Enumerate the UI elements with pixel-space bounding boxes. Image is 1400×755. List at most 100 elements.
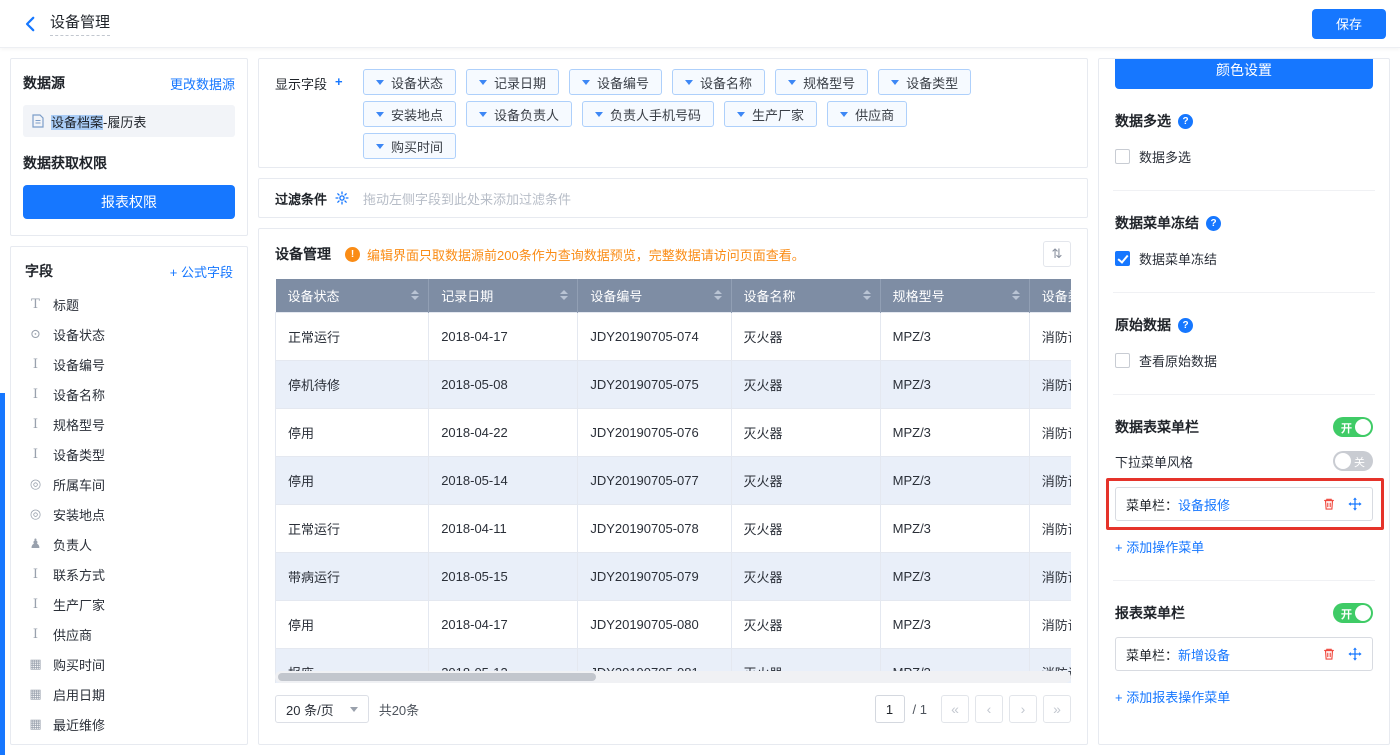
table-menu-toggle[interactable]: 开 [1333, 417, 1373, 437]
drag-move-handle[interactable] [1348, 497, 1362, 511]
cell-status: 停用 [275, 599, 430, 649]
menu-item-row[interactable]: 菜单栏： 设备报修 [1115, 487, 1373, 521]
page-size-select[interactable]: 20 条/页 [275, 695, 369, 723]
settings-sidebar: 颜色设置 数据多选 ? 数据多选 数据菜单冻结 ? 数据菜单冻结 原始数据 ? … [1098, 58, 1390, 745]
table-column-header[interactable]: 设备名称 [731, 279, 881, 312]
add-report-menu-link[interactable]: + 添加报表操作菜单 [1115, 690, 1230, 705]
report-menu-toggle[interactable]: 开 [1333, 603, 1373, 623]
display-field-chip[interactable]: 购买时间 [363, 133, 457, 159]
table-header-row: 设备状态 记录日期 设备编号 设备名称 规格型号 设备 [275, 279, 1071, 312]
help-icon[interactable]: ? [1178, 113, 1193, 129]
report-permission-button[interactable]: 报表权限 [23, 185, 235, 219]
field-list-item[interactable]: I 设备名称 [21, 379, 237, 409]
table-row[interactable]: 停用 2018-05-14 JDY20190705-077 灭火器 MPZ/3 … [275, 455, 1071, 505]
field-list-item[interactable]: I 联系方式 [21, 559, 237, 589]
help-icon[interactable]: ? [1206, 215, 1221, 231]
horizontal-scrollbar[interactable] [275, 671, 1071, 683]
dropdown-style-toggle[interactable]: 关 [1333, 451, 1373, 471]
table-row[interactable]: 停用 2018-04-22 JDY20190705-076 灭火器 MPZ/3 … [275, 407, 1071, 457]
table-row[interactable]: 停机待修 2018-05-08 JDY20190705-075 灭火器 MPZ/… [275, 359, 1071, 409]
menu-freeze-checkbox-row[interactable]: 数据菜单冻结 [1115, 249, 1373, 268]
add-action-menu-link[interactable]: + 添加操作菜单 [1115, 540, 1204, 555]
field-list-item[interactable]: I 规格型号 [21, 409, 237, 439]
cell-status: 停机待修 [275, 359, 430, 409]
left-edge-scrollbar[interactable] [0, 393, 5, 755]
delete-menu-button[interactable] [1322, 497, 1336, 511]
table-sort-button[interactable]: ⇅ [1043, 241, 1071, 267]
filter-section[interactable]: 过滤条件 拖动左侧字段到此处来添加过滤条件 [258, 178, 1088, 218]
datasource-item[interactable]: 设备档案-履历表 [23, 105, 235, 137]
cell-record-date: 2018-04-11 [428, 503, 579, 553]
display-field-chip[interactable]: 设备名称 [672, 69, 766, 95]
menu-item-name[interactable]: 设备报修 [1178, 495, 1230, 514]
add-display-field-button[interactable]: + [335, 74, 343, 165]
help-icon[interactable]: ? [1178, 317, 1193, 333]
sort-arrows-icon[interactable] [560, 290, 569, 301]
table-row[interactable]: 正常运行 2018-04-11 JDY20190705-078 灭火器 MPZ/… [275, 503, 1071, 553]
back-button[interactable] [22, 15, 40, 33]
formula-field-link[interactable]: + 公式字段 [170, 262, 233, 281]
display-field-chip[interactable]: 生产厂家 [724, 101, 818, 127]
field-list-item[interactable]: ⊙ 设备状态 [21, 319, 237, 349]
field-list-item[interactable]: ◎ 所属车间 [21, 469, 237, 499]
date-field-icon: ▦ [29, 716, 42, 732]
sort-arrows-icon[interactable] [713, 290, 722, 301]
delete-menu-button[interactable] [1322, 647, 1336, 661]
page-title[interactable]: 设备管理 [50, 11, 111, 36]
table-column-header[interactable]: 规格型号 [880, 279, 1030, 312]
field-list-item[interactable]: I 设备类型 [21, 439, 237, 469]
cell-device-name: 灭火器 [730, 503, 881, 553]
checkbox-checked-icon[interactable] [1115, 251, 1130, 266]
display-field-chip[interactable]: 供应商 [827, 101, 908, 127]
prev-page-button[interactable]: ‹ [975, 695, 1003, 723]
sort-arrows-icon[interactable] [1011, 290, 1020, 301]
current-page-input[interactable]: 1 [874, 695, 905, 723]
save-button[interactable]: 保存 [1311, 8, 1386, 39]
sort-arrows-icon[interactable] [411, 290, 420, 301]
chip-label: 设备负责人 [494, 107, 560, 123]
field-list-item[interactable]: I 设备编号 [21, 349, 237, 379]
table-column-header[interactable]: 设备状态 [275, 279, 430, 312]
drag-move-handle[interactable] [1348, 647, 1362, 661]
gear-icon[interactable] [335, 191, 349, 205]
last-page-button[interactable]: » [1043, 695, 1071, 723]
checkbox-unchecked-icon[interactable] [1115, 149, 1130, 164]
horizontal-scrollbar-thumb[interactable] [278, 673, 596, 681]
field-list-item[interactable]: I 供应商 [21, 619, 237, 649]
menu-item-row[interactable]: 菜单栏： 新增设备 [1115, 637, 1373, 671]
next-page-button[interactable]: › [1009, 695, 1037, 723]
change-datasource-link[interactable]: 更改数据源 [170, 74, 235, 93]
raw-data-checkbox-row[interactable]: 查看原始数据 [1115, 351, 1373, 370]
display-field-chip[interactable]: 设备编号 [569, 69, 663, 95]
menu-item-name[interactable]: 新增设备 [1178, 645, 1230, 664]
field-list-item[interactable]: ♟ 负责人 [21, 529, 237, 559]
checkbox-unchecked-icon[interactable] [1115, 353, 1130, 368]
display-field-chip[interactable]: 设备状态 [363, 69, 457, 95]
field-list-item[interactable]: ▦ 最近维修 [21, 709, 237, 739]
field-list-item[interactable]: T 标题 [21, 289, 237, 319]
display-field-chip[interactable]: 设备负责人 [466, 101, 573, 127]
display-field-chip[interactable]: 负责人手机号码 [582, 101, 715, 127]
display-field-chip[interactable]: 安装地点 [363, 101, 457, 127]
field-list-item[interactable]: I 生产厂家 [21, 589, 237, 619]
table-row[interactable]: 带病运行 2018-05-15 JDY20190705-079 灭火器 MPZ/… [275, 551, 1071, 601]
display-field-chip[interactable]: 记录日期 [466, 69, 560, 95]
field-list-item[interactable]: ▦ 启用日期 [21, 679, 237, 709]
display-field-chip[interactable]: 规格型号 [775, 69, 869, 95]
multi-select-checkbox-row[interactable]: 数据多选 [1115, 147, 1373, 166]
sort-arrows-icon[interactable] [862, 290, 871, 301]
table-column-header[interactable]: 设备编号 [577, 279, 732, 312]
table-row[interactable]: 停用 2018-04-17 JDY20190705-080 灭火器 MPZ/3 … [275, 599, 1071, 649]
title-field-icon: T [31, 296, 40, 312]
table-column-header[interactable]: 记录日期 [428, 279, 579, 312]
table-row[interactable]: 正常运行 2018-04-17 JDY20190705-074 灭火器 MPZ/… [275, 311, 1071, 361]
field-label: 最近维修 [53, 717, 106, 733]
table-title: 设备管理 [275, 246, 331, 262]
first-page-button[interactable]: « [941, 695, 969, 723]
field-list-item[interactable]: ◎ 安装地点 [21, 499, 237, 529]
field-list-item[interactable]: ▦ 购买时间 [21, 649, 237, 679]
display-field-chip[interactable]: 设备类型 [878, 69, 972, 95]
table-column-header[interactable]: 设备类型 [1029, 279, 1071, 312]
cell-device-code: JDY20190705-074 [577, 311, 732, 361]
color-settings-button[interactable]: 颜色设置 [1115, 59, 1373, 89]
